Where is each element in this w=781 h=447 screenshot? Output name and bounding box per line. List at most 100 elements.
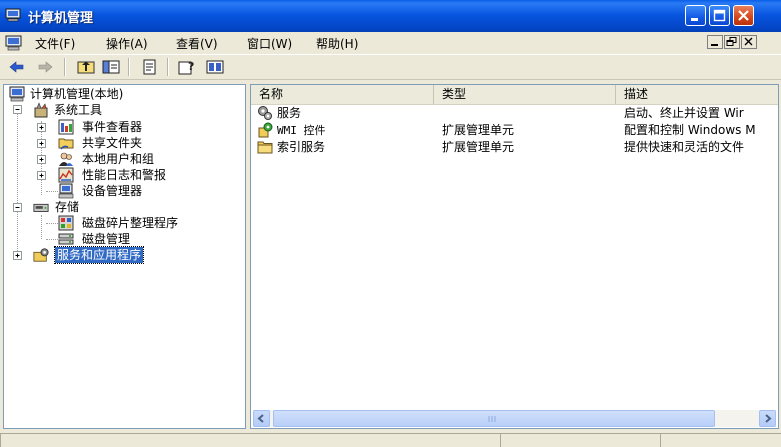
expand-toggle[interactable] [13,251,22,260]
column-header-type[interactable]: 类型 [434,85,616,104]
column-header-name[interactable]: 名称 [251,85,434,104]
scroll-left-button[interactable] [253,410,270,427]
menu-file[interactable]: 文件(F) [35,35,75,52]
menu-action[interactable]: 操作(A) [106,35,148,52]
close-button[interactable] [733,5,754,26]
child-close-button[interactable] [741,35,757,49]
help-icon[interactable]: ? [178,59,196,75]
collapse-toggle[interactable] [13,203,22,212]
plus-icon [39,141,44,146]
plus-icon [39,173,44,178]
list-row-wmi[interactable]: WMI 控件 扩展管理单元 配置和控制 Windows M [251,122,778,139]
cell-type: 扩展管理单元 [442,123,515,137]
tree-label-disk-management: 磁盘管理 [82,232,131,246]
expand-toggle[interactable] [37,155,46,164]
tree-label-device-manager: 设备管理器 [82,184,143,198]
computer-management-window: 计算机管理 文件(F) 操作(A) 查看(V) 窗口(W) 帮助(H) ? 计算… [0,0,781,447]
plus-icon [39,157,44,162]
back-arrow-icon[interactable] [8,59,26,75]
cell-description: 提供快速和灵活的文件 [624,140,745,154]
plus-icon [15,253,20,258]
console-tree-pane[interactable]: 计算机管理(本地) 系统工具 事件查看器 共享文件夹 本地用户和组 性能日志和警… [3,84,246,429]
tree-label-defrag: 磁盘碎片整理程序 [82,216,179,230]
forward-arrow-icon[interactable] [36,59,54,75]
event-viewer-icon [58,119,74,135]
title-bar[interactable]: 计算机管理 [0,0,781,32]
tree-line [46,191,58,192]
performance-logs-icon [58,167,74,183]
status-pane-main [0,433,500,447]
close-icon [744,37,753,46]
menu-help[interactable]: 帮助(H) [316,35,358,52]
window-title: 计算机管理 [28,11,94,26]
tree-label-services-apps: 服务和应用程序 [53,246,145,264]
list-header: 名称 类型 描述 [251,85,778,105]
toolbar: ? [0,54,781,80]
close-icon [738,10,749,21]
folder-icon [257,141,273,154]
shared-folder-icon [58,138,74,150]
expand-toggle[interactable] [37,171,46,180]
result-list-pane[interactable]: 名称 类型 描述 服务 启动、终止并设置 Wir WMI 控件 扩展管理单元 配… [250,84,779,429]
cell-description: 启动、终止并设置 Wir [624,106,744,120]
up-folder-icon[interactable] [77,59,95,75]
users-icon [59,152,73,166]
cell-type: 扩展管理单元 [442,140,515,154]
cell-name: 服务 [277,106,302,120]
svg-text:?: ? [188,60,194,73]
list-row-services[interactable]: 服务 启动、终止并设置 Wir [251,105,778,122]
properties-icon[interactable] [206,59,224,75]
child-restore-button[interactable] [724,35,740,49]
scroll-right-button[interactable] [759,410,776,427]
tree-label-root: 计算机管理(本地) [30,87,124,101]
disk-management-icon [58,233,74,245]
show-hide-tree-icon[interactable] [102,59,120,75]
tree-label-event-viewer: 事件查看器 [82,120,143,134]
left-arrow-icon [257,414,264,423]
wmi-control-icon [258,122,273,138]
tree-line [46,223,58,224]
computer-management-icon[interactable] [5,8,21,22]
toolbar-separator [128,58,130,76]
expand-toggle[interactable] [37,123,46,132]
status-bar [0,432,781,447]
computer-icon [9,86,25,102]
right-arrow-icon [765,414,772,423]
plus-icon [39,125,44,130]
expand-toggle[interactable] [37,139,46,148]
tree-label-storage: 存储 [55,200,80,214]
device-manager-icon [58,183,74,199]
tree-line [41,215,42,239]
services-apps-icon [33,248,49,262]
tree-line [17,105,18,255]
toolbar-separator [64,58,66,76]
mmc-document-icon[interactable] [5,35,23,51]
maximize-icon [713,9,726,22]
child-minimize-button[interactable] [707,35,723,49]
status-pane-3 [660,433,781,447]
collapse-toggle[interactable] [13,105,22,114]
status-pane-2 [500,433,660,447]
export-list-icon[interactable] [141,59,159,75]
storage-icon [33,203,49,212]
minimize-button[interactable] [685,5,706,26]
tree-line [46,239,58,240]
menu-view[interactable]: 查看(V) [176,35,218,52]
maximize-button[interactable] [709,5,730,26]
restore-icon [726,37,737,46]
tree-label-perf-logs: 性能日志和警报 [82,168,167,182]
scroll-thumb[interactable] [273,410,715,427]
system-tools-icon [34,102,48,118]
minus-icon [15,207,20,208]
menu-window[interactable]: 窗口(W) [247,35,292,52]
minus-icon [15,109,20,110]
column-header-description[interactable]: 描述 [616,85,778,104]
tree-label-system-tools: 系统工具 [54,103,103,117]
toolbar-separator [167,58,169,76]
list-row-indexing[interactable]: 索引服务 扩展管理单元 提供快速和灵活的文件 [251,139,778,156]
horizontal-scrollbar[interactable] [253,410,776,427]
minimize-icon [691,18,698,21]
grip-icon [488,416,496,422]
tree-label-shared-folders: 共享文件夹 [82,136,143,150]
cell-description: 配置和控制 Windows M [624,123,756,137]
